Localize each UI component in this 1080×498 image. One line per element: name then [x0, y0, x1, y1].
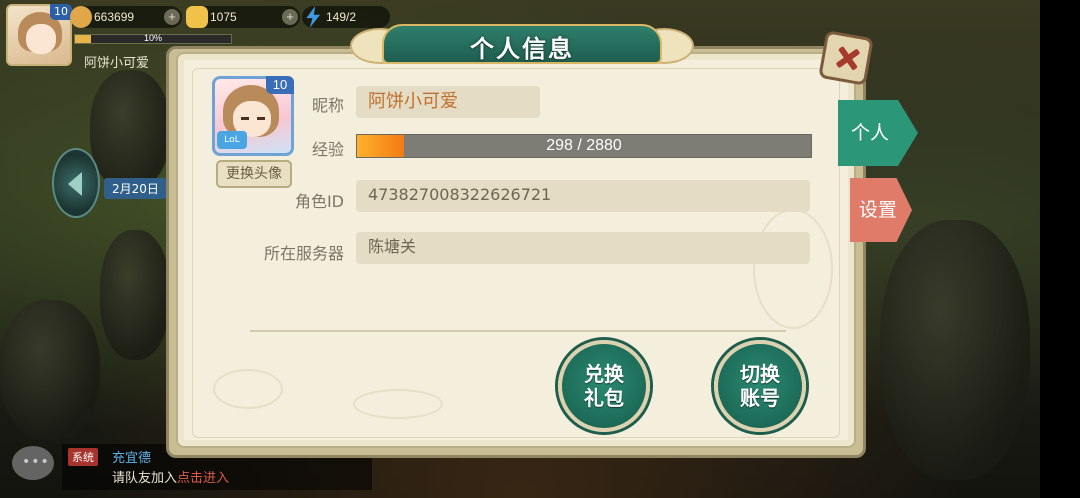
coin-icon	[70, 6, 92, 28]
server-field: 陈塘关	[356, 232, 810, 264]
hud-exp-text: 10%	[143, 33, 162, 43]
nickname-field[interactable]: 阿饼小可爱	[356, 86, 540, 118]
add-gold-button[interactable]: +	[282, 9, 298, 25]
title-banner: 个人信息	[342, 14, 702, 70]
avatar-eye	[257, 117, 265, 120]
background-character	[100, 230, 170, 360]
hud-avatar-face	[26, 24, 56, 54]
resource-gold-ingot: 1075 +	[186, 6, 300, 28]
nickname-label: 昵称	[311, 96, 344, 115]
chat-icon[interactable]: •••	[12, 446, 54, 480]
hud-exp-bar: 10%	[74, 33, 232, 44]
role-id-label: 角色ID	[294, 192, 344, 211]
decorative-swirl	[753, 209, 833, 329]
avatar-eye	[241, 117, 249, 120]
switch-account-label-2: 账号	[740, 386, 780, 410]
resource-coins: 663699 +	[70, 6, 182, 28]
date-tag: 2月20日	[104, 178, 167, 199]
chat-line-2: 请队友加入点击进入	[112, 467, 229, 486]
background-character	[90, 70, 170, 190]
redeem-gift-label-2: 礼包	[584, 386, 624, 410]
switch-account-button[interactable]: 切换 账号	[714, 340, 806, 432]
tab-settings-label: 设置	[858, 199, 897, 221]
background-dragon	[880, 220, 1030, 480]
avatar-logo-badge: LoL	[217, 131, 247, 149]
gold-ingot-icon	[186, 6, 208, 28]
resource-gold-value: 1075	[210, 10, 237, 24]
redeem-gift-label-1: 兑换	[584, 362, 624, 386]
background-character	[0, 300, 100, 440]
dialog-title: 个人信息	[470, 35, 574, 63]
chat-system-tag: 系统	[68, 448, 98, 466]
hud-level-badge: 10	[50, 4, 72, 20]
chat-join-link[interactable]: 点击进入	[177, 471, 229, 486]
chat-line-2-text: 请队友加入	[112, 471, 178, 486]
switch-account-label-1: 切换	[740, 362, 780, 386]
close-button[interactable]	[818, 30, 874, 86]
resource-coins-value: 663699	[94, 10, 135, 24]
exp-text: 298 / 2880	[546, 137, 622, 154]
add-coins-button[interactable]: +	[164, 9, 180, 25]
side-arrow-button[interactable]	[52, 148, 100, 218]
change-avatar-button[interactable]: 更换头像	[216, 160, 292, 188]
redeem-gift-button[interactable]: 兑换 礼包	[558, 340, 650, 432]
chat-line-1: 充宜德	[112, 451, 152, 466]
decorative-swirl	[213, 369, 283, 409]
exp-label: 经验	[311, 140, 344, 159]
exp-bar: 298 / 2880	[356, 134, 812, 158]
screen-edge	[1040, 0, 1080, 498]
server-label: 所在服务器	[263, 244, 344, 263]
lightning-icon	[306, 6, 321, 28]
role-id-field: 473827008322626721	[356, 180, 810, 212]
tab-personal-label: 个人	[850, 122, 889, 144]
divider	[250, 330, 786, 332]
decorative-swirl	[353, 389, 443, 419]
hud-player-name: 阿饼小可爱	[84, 56, 150, 71]
